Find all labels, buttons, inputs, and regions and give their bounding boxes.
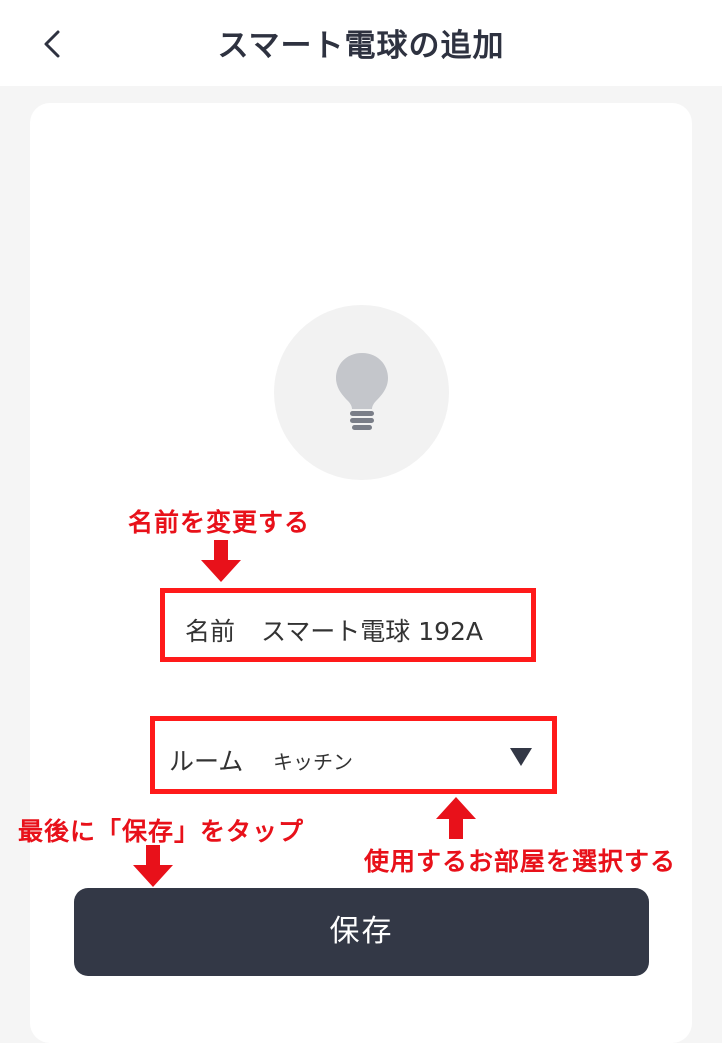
room-select[interactable]: ルーム キッチン [150, 716, 557, 794]
arrow-down-icon [133, 845, 173, 887]
header-bar: スマート電球の追加 [0, 0, 722, 86]
room-selected-value[interactable]: キッチン [273, 746, 353, 775]
page-title: スマート電球の追加 [217, 28, 505, 64]
save-button[interactable]: 保存 [74, 888, 649, 976]
annotation-select-room: 使用するお部屋を選択する [364, 847, 677, 876]
light-bulb-icon [335, 352, 388, 430]
room-label: ルーム [169, 747, 244, 776]
name-input-value[interactable]: スマート電球 192A [261, 612, 483, 648]
arrow-down-icon [201, 540, 241, 582]
name-field[interactable]: 名前 スマート電球 192A [160, 588, 536, 662]
arrow-up-icon [436, 797, 476, 839]
triangle-down-icon[interactable] [510, 748, 532, 766]
annotation-tap-save: 最後に「保存」をタップ [18, 817, 305, 846]
device-icon-container [274, 305, 449, 480]
name-label: 名前 [185, 617, 236, 646]
annotation-change-name: 名前を変更する [128, 508, 311, 537]
